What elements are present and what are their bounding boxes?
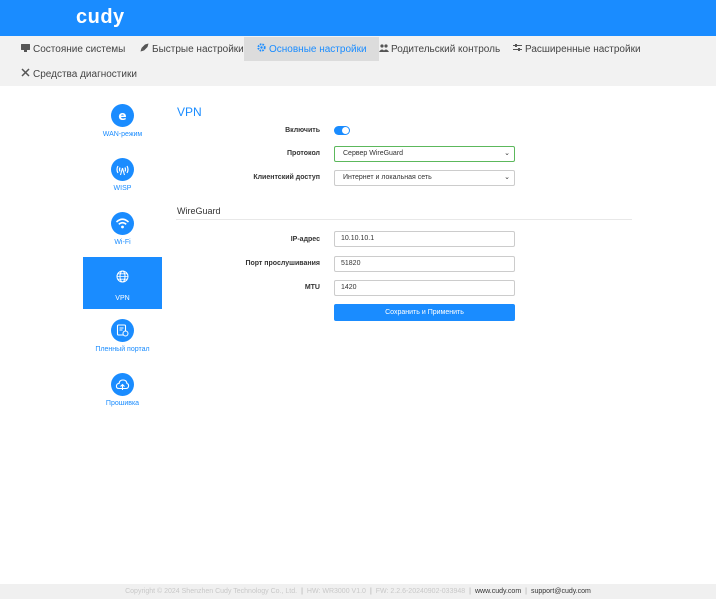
listen-port-field[interactable]: 51820 (334, 256, 515, 272)
globe-icon (111, 265, 134, 288)
nav-item-label: Расширенные настройки (525, 44, 641, 55)
wireguard-section-title: WireGuard (177, 206, 221, 216)
client-access-label: Клиентский доступ (253, 174, 320, 181)
nav-item-parental-control[interactable]: Родительский контроль (370, 37, 508, 62)
internet-explorer-icon: e (111, 104, 134, 127)
protocol-select[interactable]: Сервер WireGuard ⌄ (334, 146, 515, 162)
client-access-select-value: Интернет и локальная сеть (343, 174, 432, 181)
sidebar-item-wifi[interactable]: Wi-Fi (83, 207, 162, 259)
chevron-down-icon: ⌄ (504, 150, 510, 157)
sidebar-item-label: Прошивка (105, 400, 140, 407)
gear-icon (256, 37, 267, 62)
nav-item-system-status[interactable]: Состояние системы (12, 37, 133, 62)
nav-item-label: Средства диагностики (33, 69, 137, 80)
nav-item-label: Родительский контроль (391, 44, 501, 55)
save-apply-button[interactable]: Сохранить и Применить (334, 304, 515, 321)
footer-copyright: Copyright © 2024 Shenzhen Cudy Technolog… (125, 588, 298, 595)
sidebar-item-label: Пленный портал (95, 346, 150, 353)
page-title: VPN (177, 105, 202, 119)
sidebar-item-label: Wi-Fi (114, 239, 131, 246)
ip-address-label: IP-адрес (290, 236, 320, 243)
footer-website-link[interactable]: www.cudy.com (475, 588, 521, 595)
enable-toggle[interactable] (334, 126, 350, 135)
mtu-label: MTU (304, 284, 320, 291)
chevron-down-icon: ⌄ (504, 174, 510, 181)
sidebar-item-captive-portal[interactable]: Пленный портал (83, 314, 162, 366)
sidebar-item-vpn[interactable]: VPN (83, 257, 162, 309)
section-divider (176, 219, 632, 220)
sidebar-item-wisp[interactable]: WISP (83, 153, 162, 205)
nav-item-quick-setup[interactable]: Быстрые настройки (131, 37, 252, 62)
footer-fw-version: FW: 2.2.6-20240902-033948 (375, 588, 466, 595)
portal-icon (111, 319, 134, 342)
enable-label: Включить (285, 127, 320, 134)
nav-item-basic-settings[interactable]: Основные настройки (244, 37, 379, 61)
users-icon (378, 37, 389, 62)
main-nav: Состояние системы Быстрые настройки Осно… (0, 36, 716, 86)
mtu-field[interactable]: 1420 (334, 280, 515, 296)
sidebar-item-label: WISP (113, 185, 132, 192)
cloud-upload-icon (111, 373, 134, 396)
monitor-icon (20, 37, 31, 62)
rocket-icon (139, 37, 150, 62)
sliders-icon (512, 37, 523, 62)
toggle-knob (342, 127, 349, 134)
nav-item-label: Основные настройки (269, 44, 367, 55)
footer-hw-version: HW: WR3000 V1.0 (306, 588, 366, 595)
protocol-select-value: Сервер WireGuard (343, 150, 404, 157)
footer: Copyright © 2024 Shenzhen Cudy Technolog… (0, 584, 716, 599)
cudy-logo[interactable]: cudy (76, 6, 125, 29)
sidebar-item-wan-mode[interactable]: e WAN-режим (83, 99, 162, 151)
nav-item-label: Состояние системы (33, 44, 126, 55)
antenna-icon (111, 158, 134, 181)
listen-port-label: Порт прослушивания (245, 260, 320, 267)
nav-item-advanced-settings[interactable]: Расширенные настройки (504, 37, 649, 62)
ip-address-field[interactable]: 10.10.10.1 (334, 231, 515, 247)
protocol-label: Протокол (287, 150, 320, 157)
tools-icon (20, 62, 31, 87)
top-header: cudy (0, 0, 716, 36)
nav-item-diagnostics[interactable]: Средства диагностики (12, 62, 145, 87)
sidebar-item-label: WAN-режим (102, 131, 143, 138)
sidebar-item-label: VPN (115, 295, 130, 302)
svg-text:e: e (118, 109, 126, 123)
nav-item-label: Быстрые настройки (152, 44, 244, 55)
wifi-icon (111, 212, 134, 235)
sidebar-item-firmware[interactable]: Прошивка (83, 368, 162, 420)
client-access-select[interactable]: Интернет и локальная сеть ⌄ (334, 170, 515, 186)
footer-support-link[interactable]: support@cudy.com (531, 588, 591, 595)
